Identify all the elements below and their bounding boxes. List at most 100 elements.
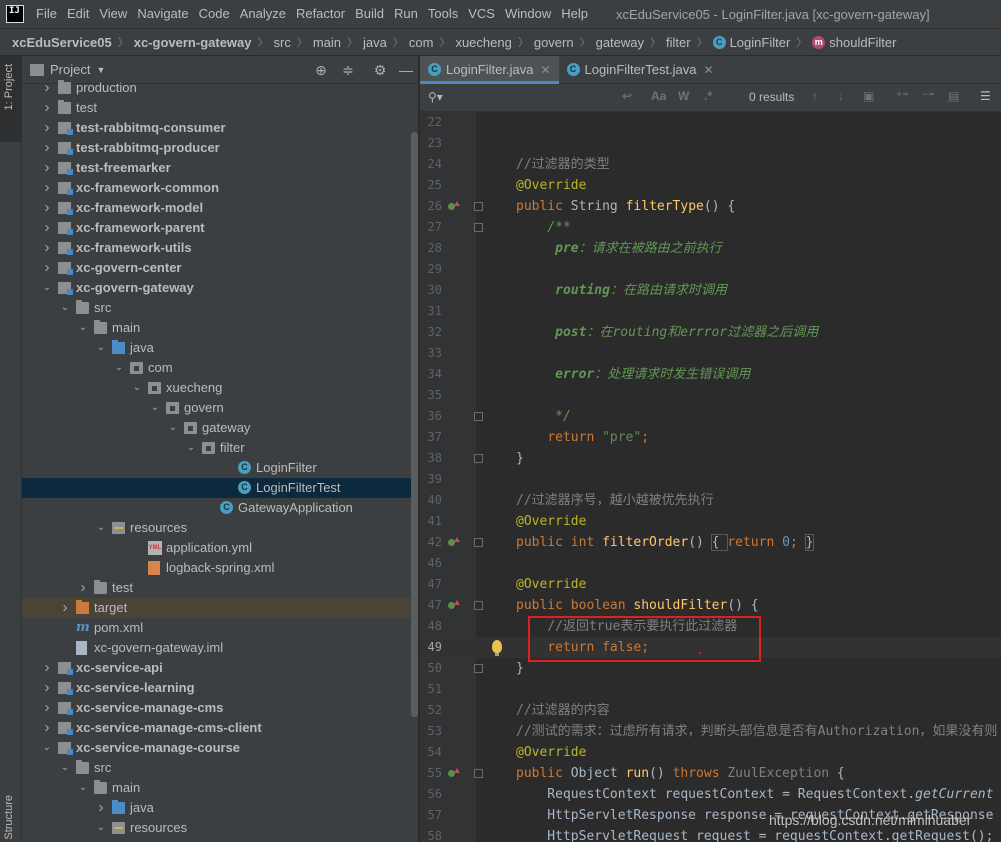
chevron-down-icon[interactable]: ⌄ [96,818,106,838]
breadcrumb-item[interactable]: gateway 〉 [596,34,666,50]
menu-vcs[interactable]: VCS [464,0,501,28]
breadcrumb-item[interactable]: com 〉 [409,34,456,50]
breadcrumb-item[interactable]: main 〉 [313,34,363,50]
editor-tab[interactable]: C LoginFilter.java ✕ [420,56,559,84]
chevron-down-icon[interactable]: ⌄ [132,378,142,398]
code-line[interactable]: 39 [420,469,1001,490]
code-line[interactable]: 58 HttpServletRequest request = requestC… [420,826,1001,842]
collapse-all-icon[interactable]: ≑ [340,62,356,78]
code-line[interactable]: 55 public Object run() throws ZuulExcepti… [420,763,1001,784]
chevron-right-icon[interactable]: › [42,658,52,678]
find-input[interactable] [446,88,616,108]
chevron-right-icon[interactable]: › [42,198,52,218]
tree-item[interactable]: › test-rabbitmq-consumer [22,118,417,138]
chevron-down-icon[interactable]: ⌄ [42,738,52,758]
filter-options-icon[interactable]: ☰ [980,89,991,103]
chevron-down-icon[interactable]: ⌄ [78,778,88,798]
editor-tab[interactable]: C LoginFilterTest.java ✕ [559,56,722,83]
tree-item[interactable]: C LoginFilter [22,458,417,478]
code-line[interactable]: 40 //过滤器序号，越小越被优先执行 [420,490,1001,511]
code-line[interactable]: 51 [420,679,1001,700]
tree-item[interactable]: ⌄ com [22,358,417,378]
menu-navigate[interactable]: Navigate [133,0,194,28]
chevron-down-icon[interactable]: ⌄ [96,338,106,358]
tree-item[interactable]: logback-spring.xml [22,558,417,578]
tree-item[interactable]: ⌄ xuecheng [22,378,417,398]
previous-occurrence-icon[interactable]: ↑ [812,89,818,103]
code-line[interactable]: 29 [420,259,1001,280]
tree-item[interactable]: ⌄ src [22,758,417,778]
select-all-icon[interactable]: ▤ [948,89,959,103]
tree-item[interactable]: ⌄ gateway [22,418,417,438]
chevron-right-icon[interactable]: › [42,218,52,238]
override-marker-icon[interactable] [448,537,460,549]
chevron-right-icon[interactable]: › [42,138,52,158]
code-line[interactable]: 35 [420,385,1001,406]
menu-build[interactable]: Build [351,0,390,28]
tree-item[interactable]: ⌄ govern [22,398,417,418]
tree-item[interactable]: › xc-framework-utils [22,238,417,258]
close-icon[interactable]: ✕ [540,63,550,77]
tree-item[interactable]: ⌄ filter [22,438,417,458]
code-line[interactable]: 47 @Override [420,574,1001,595]
code-line[interactable]: 37 return "pre"; [420,427,1001,448]
code-line[interactable]: 34 error：处理请求时发生错误调用 [420,364,1001,385]
tree-item[interactable]: › production [22,78,417,98]
fold-icon[interactable] [474,664,483,673]
menu-window[interactable]: Window [501,0,557,28]
whole-words-toggle[interactable]: W [678,89,689,103]
tree-item[interactable]: › xc-service-learning [22,678,417,698]
breadcrumb-item[interactable]: m shouldFilter [812,35,896,50]
tree-item[interactable]: C GatewayApplication [22,498,417,518]
chevron-down-icon[interactable]: ⌄ [60,758,70,778]
tree-item[interactable]: C LoginFilterTest [22,478,417,498]
code-line[interactable]: 54 @Override [420,742,1001,763]
code-line[interactable]: 47 public boolean shouldFilter() { [420,595,1001,616]
tree-item[interactable]: › xc-service-api [22,658,417,678]
tree-item[interactable]: › java [22,798,417,818]
code-line[interactable]: 30 routing：在路由请求时调用 [420,280,1001,301]
code-line[interactable]: 22 [420,112,1001,133]
code-line[interactable]: 41 @Override [420,511,1001,532]
chevron-down-icon[interactable]: ⌄ [114,358,124,378]
chevron-right-icon[interactable]: › [60,598,70,618]
chevron-down-icon[interactable]: ⌄ [78,318,88,338]
fold-icon[interactable] [474,454,483,463]
chevron-right-icon[interactable]: › [42,678,52,698]
select-all-occurrences-icon[interactable]: ▣ [863,89,874,103]
remove-occurrence-icon[interactable]: ⁻⁼ [922,89,935,103]
menu-view[interactable]: View [95,0,133,28]
locate-icon[interactable]: ⊕ [313,62,329,78]
project-view-selector[interactable]: Project [50,62,90,77]
breadcrumb-item[interactable]: xcEduService05 〉 [12,34,134,50]
chevron-down-icon[interactable]: ⌄ [60,298,70,318]
chevron-down-icon[interactable]: ⌄ [150,398,160,418]
code-line[interactable]: 52 //过滤器的内容 [420,700,1001,721]
code-line[interactable]: 46 [420,553,1001,574]
tree-item[interactable]: › xc-service-manage-cms-client [22,718,417,738]
chevron-down-icon[interactable]: ⌄ [186,438,196,458]
fold-icon[interactable] [474,202,483,211]
code-line[interactable]: 42 public int filterOrder() { return 0; } [420,532,1001,553]
tree-item[interactable]: › xc-framework-common [22,178,417,198]
chevron-right-icon[interactable]: › [42,698,52,718]
fold-icon[interactable] [474,769,483,778]
menu-code[interactable]: Code [195,0,236,28]
chevron-right-icon[interactable]: › [42,258,52,278]
tree-item[interactable]: ⌄ java [22,338,417,358]
tree-item[interactable]: YML application.yml [22,538,417,558]
add-occurrence-icon[interactable]: ⁺⁼ [896,89,909,103]
chevron-right-icon[interactable]: › [42,78,52,98]
code-line[interactable]: 53 //测试的需求：过虑所有请求，判断头部信息是否有Authorization，… [420,721,1001,742]
fold-icon[interactable] [474,538,483,547]
structure-tool-window-button[interactable]: Structure [3,795,15,840]
project-tree-scrollbar[interactable] [411,132,418,717]
code-line[interactable]: 28 pre：请求在被路由之前执行 [420,238,1001,259]
tree-item[interactable]: ⌄ main [22,318,417,338]
breadcrumb-item[interactable]: C LoginFilter 〉 [712,34,813,50]
chevron-right-icon[interactable]: › [42,158,52,178]
tree-item[interactable]: ⌄ main [22,778,417,798]
override-marker-icon[interactable] [448,768,460,780]
tree-item[interactable]: › target [22,598,417,618]
code-line[interactable]: 38} [420,448,1001,469]
